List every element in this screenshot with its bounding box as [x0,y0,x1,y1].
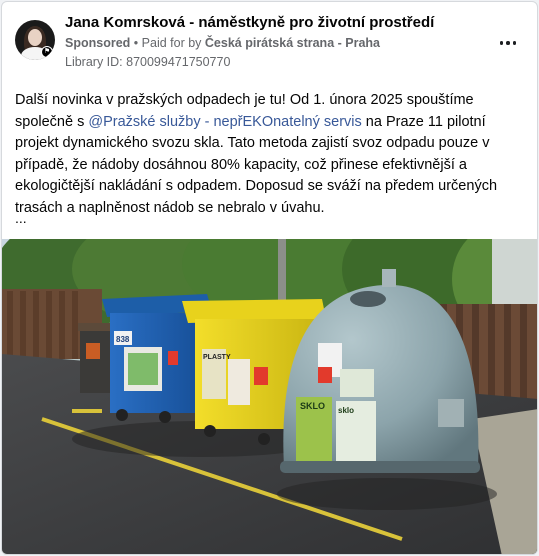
more-dot-icon [506,41,510,45]
more-dot-icon [499,41,504,45]
author-avatar[interactable]: ⚑ [15,20,55,60]
meta-separator: • [133,36,139,50]
sponsor-name[interactable]: Česká pirátská strana - Praha [205,36,380,50]
recycling-bins-photo: 838 PLASTY SKLO sklo [2,239,537,554]
glass-bin-label: SKLO [300,401,325,411]
avatar-face [28,29,42,46]
pirate-badge-icon: ⚑ [41,46,53,58]
more-options-button[interactable] [494,32,522,54]
author-name[interactable]: Jana Komrsková - náměstkyně pro životní … [65,14,434,31]
yellow-bin-label: PLASTY [203,354,231,361]
see-more-ellipsis[interactable]: ... [15,210,27,226]
blue-bin-number: 838 [116,335,130,344]
ad-post-card: ⚑ Jana Komrsková - náměstkyně pro životn… [1,1,538,555]
page-mention-link[interactable]: @Pražské služby - nepřEKOnatelný servis [88,114,361,130]
paid-for-label: Paid for by [141,36,202,50]
post-photo[interactable]: 838 PLASTY SKLO sklo [2,239,537,554]
sponsored-line: Sponsored • Paid for by Česká pirátská s… [65,36,380,50]
library-id: Library ID: 870099471750770 [65,55,231,69]
glass-bin-label-2: sklo [338,406,354,415]
more-dot-icon [512,41,517,45]
post-header: ⚑ Jana Komrsková - náměstkyně pro životn… [2,2,537,82]
post-body-text: Další novinka v pražských odpadech je tu… [15,90,530,219]
sponsored-label[interactable]: Sponsored [65,36,130,50]
